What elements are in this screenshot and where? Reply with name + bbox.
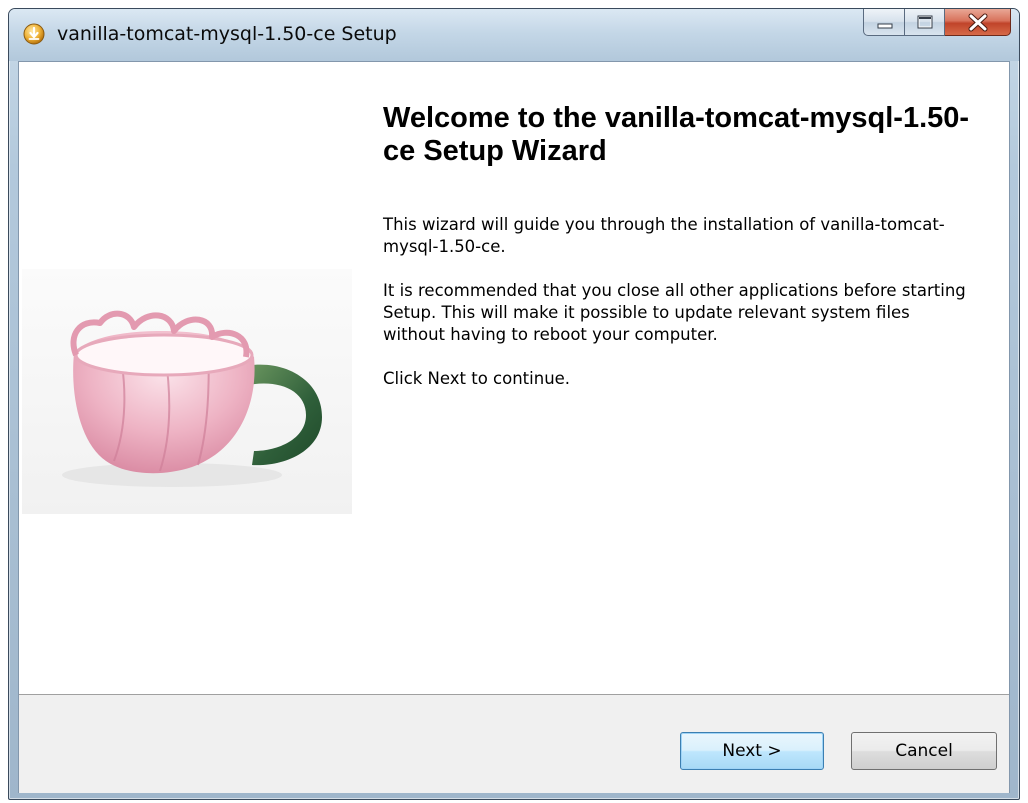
minimize-button[interactable] — [863, 9, 905, 36]
welcome-heading: Welcome to the vanilla-tomcat-mysql-1.50… — [383, 102, 970, 167]
welcome-body: This wizard will guide you through the i… — [383, 214, 973, 412]
minimize-icon — [877, 23, 893, 29]
window-title: vanilla-tomcat-mysql-1.50-ce Setup — [57, 23, 397, 45]
installer-icon — [23, 23, 45, 45]
maximize-button[interactable] — [905, 9, 945, 36]
maximize-icon — [917, 15, 933, 29]
screen: vanilla-tomcat-mysql-1.50-ce Setup Welco… — [0, 0, 1028, 803]
setup-window: vanilla-tomcat-mysql-1.50-ce Setup Welco… — [8, 8, 1020, 800]
welcome-panel: Welcome to the vanilla-tomcat-mysql-1.50… — [19, 62, 1009, 694]
close-button[interactable] — [945, 9, 1011, 36]
caption-buttons — [863, 9, 1011, 37]
intro-paragraph: This wizard will guide you through the i… — [383, 215, 945, 256]
close-icon — [968, 13, 988, 32]
continue-instruction: Click Next to continue. — [383, 369, 571, 388]
button-bar: Next > Cancel — [19, 694, 1009, 793]
wizard-banner-image — [22, 269, 352, 514]
cancel-button[interactable]: Cancel — [851, 732, 997, 770]
wizard-client-area: Welcome to the vanilla-tomcat-mysql-1.50… — [18, 61, 1010, 793]
recommendation-paragraph: It is recommended that you close all oth… — [383, 281, 966, 344]
title-bar[interactable]: vanilla-tomcat-mysql-1.50-ce Setup — [9, 9, 1019, 61]
next-button[interactable]: Next > — [680, 732, 824, 770]
